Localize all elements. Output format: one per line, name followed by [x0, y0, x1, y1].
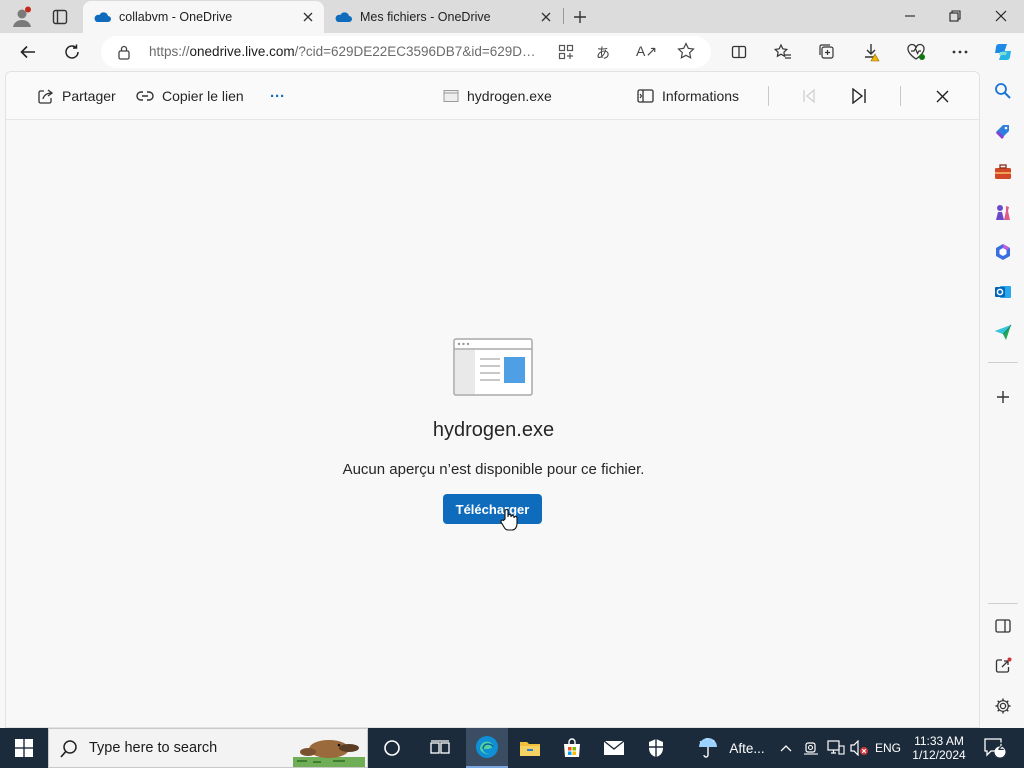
copy-link-button[interactable]: Copier le lien — [136, 85, 244, 107]
sidebar-divider — [988, 362, 1018, 363]
favorite-star-icon[interactable] — [677, 42, 695, 60]
close-viewer-icon[interactable] — [936, 85, 949, 107]
notification-count: 2 — [998, 741, 1005, 753]
windows-start-icon[interactable] — [0, 728, 48, 768]
file-explorer-icon[interactable] — [510, 728, 550, 768]
back-icon[interactable] — [12, 36, 44, 68]
tab-divider — [563, 8, 564, 24]
url-text[interactable]: https://onedrive.live.com/?cid=629DE22EC… — [149, 44, 547, 59]
network-icon[interactable] — [825, 728, 847, 768]
hand-cursor-icon — [499, 508, 519, 537]
outlook-icon[interactable] — [991, 280, 1015, 304]
clock-time: 11:33 AM — [914, 734, 964, 748]
read-aloud-icon[interactable]: A↗ — [636, 43, 657, 60]
clock[interactable]: 11:33 AM 1/12/2024 — [906, 728, 972, 768]
file-name-label: hydrogen.exe — [467, 88, 552, 104]
games-chess-icon[interactable] — [991, 200, 1015, 224]
external-link-icon[interactable] — [991, 654, 1015, 678]
tab-label: collabvm - OneDrive — [119, 10, 233, 24]
navigation-bar: https://onedrive.live.com/?cid=629DE22EC… — [0, 33, 1024, 71]
hide-sidebar-icon[interactable] — [991, 614, 1015, 638]
share-label: Partager — [62, 88, 116, 104]
apps-grid-icon[interactable] — [558, 44, 574, 60]
preview-file-title: hydrogen.exe — [432, 419, 555, 441]
copy-link-label: Copier le lien — [162, 88, 244, 104]
no-preview-illustration-icon — [453, 338, 533, 401]
sidebar-settings-gear-icon[interactable] — [991, 694, 1015, 718]
edge-sidebar — [982, 71, 1024, 728]
toolbar-divider — [768, 86, 769, 106]
address-bar[interactable]: https://onedrive.live.com/?cid=629DE22EC… — [101, 36, 711, 68]
more-actions-button[interactable]: ··· — [270, 85, 285, 107]
viewer-command-bar: Partager Copier le lien ··· hydrogen.exe… — [6, 72, 979, 120]
add-sidebar-app-icon[interactable] — [991, 385, 1015, 409]
windows-security-shield-icon[interactable] — [636, 728, 676, 768]
search-magnifier-icon — [59, 739, 79, 759]
tab-collabvm[interactable]: collabvm - OneDrive — [83, 1, 324, 33]
meet-now-camera-icon[interactable] — [801, 728, 821, 768]
weather-label[interactable]: Afte... — [727, 728, 767, 768]
notification-center-icon[interactable]: 2 — [978, 728, 1012, 768]
settings-more-icon[interactable] — [944, 36, 976, 68]
new-tab-icon[interactable] — [566, 4, 594, 30]
profile-icon[interactable] — [8, 4, 36, 30]
information-label: Informations — [662, 88, 740, 104]
share-button[interactable]: Partager — [37, 85, 116, 107]
lock-icon[interactable] — [117, 44, 131, 60]
volume-muted-icon[interactable] — [848, 728, 870, 768]
downloads-icon[interactable] — [856, 36, 888, 68]
minimize-icon[interactable] — [887, 0, 933, 32]
mail-icon[interactable] — [594, 728, 634, 768]
close-window-icon[interactable] — [978, 0, 1024, 32]
info-panel-icon — [637, 89, 654, 103]
share-icon — [37, 88, 54, 105]
translate-icon[interactable]: あ — [596, 43, 610, 63]
close-tab-icon[interactable] — [536, 7, 556, 27]
sidebar-divider — [988, 603, 1018, 604]
task-view-icon[interactable] — [420, 728, 460, 768]
close-tab-icon[interactable] — [298, 7, 318, 27]
clock-date: 1/12/2024 — [912, 748, 966, 762]
input-language[interactable]: ENG — [872, 728, 904, 768]
onedrive-cloud-icon — [334, 11, 352, 23]
onedrive-viewer: Partager Copier le lien ··· hydrogen.exe… — [5, 71, 980, 728]
collections-icon[interactable] — [811, 36, 843, 68]
search-icon[interactable] — [991, 79, 1015, 103]
taskbar-search-box[interactable]: Type here to search — [48, 728, 368, 768]
microsoft-365-icon[interactable] — [991, 240, 1015, 264]
weather-umbrella-icon[interactable] — [694, 728, 722, 768]
tab-label: Mes fichiers - OneDrive — [360, 10, 491, 24]
shopping-tag-icon[interactable] — [991, 120, 1015, 144]
no-preview-message: Aucun aperçu n’est disponible pour ce fi… — [342, 461, 645, 478]
search-placeholder: Type here to search — [89, 740, 218, 756]
taskbar-edge-icon[interactable] — [466, 728, 508, 768]
toolbar-divider — [900, 86, 901, 106]
exe-file-icon — [443, 89, 459, 103]
tools-briefcase-icon[interactable] — [991, 160, 1015, 184]
copilot-icon[interactable] — [987, 36, 1019, 68]
tab-mes-fichiers[interactable]: Mes fichiers - OneDrive — [326, 1, 562, 33]
send-paper-plane-icon[interactable] — [991, 320, 1015, 344]
browser-essentials-icon[interactable] — [900, 36, 932, 68]
refresh-icon[interactable] — [56, 36, 88, 68]
file-name-header: hydrogen.exe — [443, 85, 552, 107]
information-button[interactable]: Informations — [637, 85, 739, 107]
previous-file-icon — [802, 85, 816, 107]
next-file-icon[interactable] — [851, 85, 867, 107]
download-button[interactable]: Télécharger — [443, 494, 542, 524]
tab-actions-icon[interactable] — [46, 4, 74, 30]
split-screen-icon[interactable] — [723, 36, 755, 68]
onedrive-cloud-icon — [93, 11, 111, 23]
search-highlight-platypus-icon — [293, 731, 365, 767]
restore-icon[interactable] — [932, 0, 978, 32]
show-hidden-icons-chevron-icon[interactable] — [777, 728, 795, 768]
task-view-cortana-icon[interactable] — [372, 728, 412, 768]
microsoft-store-icon[interactable] — [552, 728, 592, 768]
windows-taskbar: Type here to search Afte... ENG 11:33 AM… — [0, 728, 1024, 768]
favorites-icon[interactable] — [767, 36, 799, 68]
link-icon — [136, 90, 154, 102]
tab-strip: collabvm - OneDrive Mes fichiers - OneDr… — [0, 0, 1024, 33]
